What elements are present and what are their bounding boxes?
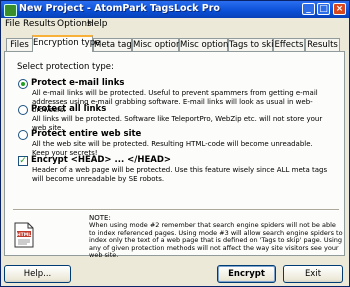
maximize-button[interactable]: □ (317, 3, 330, 15)
divider (13, 209, 339, 211)
tab-strip: Files Encryption type Meta tags Misc opt… (1, 35, 349, 52)
tab-files[interactable]: Files (6, 38, 33, 51)
tab-misc-options-1[interactable]: Misc options I (132, 38, 191, 51)
encrypt-head-desc: Header of a web page will be protected. … (32, 166, 328, 183)
protect-links-radio[interactable] (18, 105, 28, 115)
menu-bar: File Results Options Help (1, 18, 349, 32)
tab-effects[interactable]: Effects (273, 38, 305, 51)
encrypt-button[interactable]: Encrypt (217, 265, 276, 283)
protection-type-heading: Select protection type: (17, 62, 114, 72)
protect-email-label[interactable]: Protect e-mail links (31, 78, 124, 88)
exit-button[interactable]: Exit (283, 265, 343, 283)
protect-email-radio[interactable] (18, 79, 28, 89)
protect-site-radio[interactable] (18, 130, 28, 140)
note-text: When using mode #2 remember that search … (89, 221, 343, 259)
file-icon-label: HTML (17, 232, 31, 238)
close-button[interactable]: × (333, 3, 346, 15)
menu-help[interactable]: Help (87, 19, 108, 29)
protect-site-label[interactable]: Protect entire web site (31, 129, 141, 139)
encrypt-head-checkbox[interactable]: ✓ (18, 156, 28, 166)
protect-links-label[interactable]: Protect all links (31, 104, 106, 114)
app-icon (4, 4, 17, 17)
html-file-icon: HTML (14, 222, 34, 248)
tab-tags-to-skip[interactable]: Tags to skip (228, 38, 279, 51)
help-button[interactable]: Help... (4, 265, 71, 283)
menu-results[interactable]: Results (23, 19, 56, 29)
title-bar[interactable]: New Project - AtomPark TagsLock Pro _ □ … (1, 1, 349, 18)
menu-file[interactable]: File (5, 19, 20, 29)
tab-encryption-type[interactable]: Encryption type (32, 35, 100, 52)
tab-misc-options-2[interactable]: Misc options II (179, 38, 241, 51)
window-title: New Project - AtomPark TagsLock Pro (19, 3, 220, 14)
encrypt-head-label[interactable]: Encrypt <HEAD> ... </HEAD> (31, 155, 171, 165)
minimize-button[interactable]: _ (302, 3, 315, 15)
app-window: New Project - AtomPark TagsLock Pro _ □ … (0, 0, 350, 287)
tab-results[interactable]: Results (305, 38, 340, 51)
